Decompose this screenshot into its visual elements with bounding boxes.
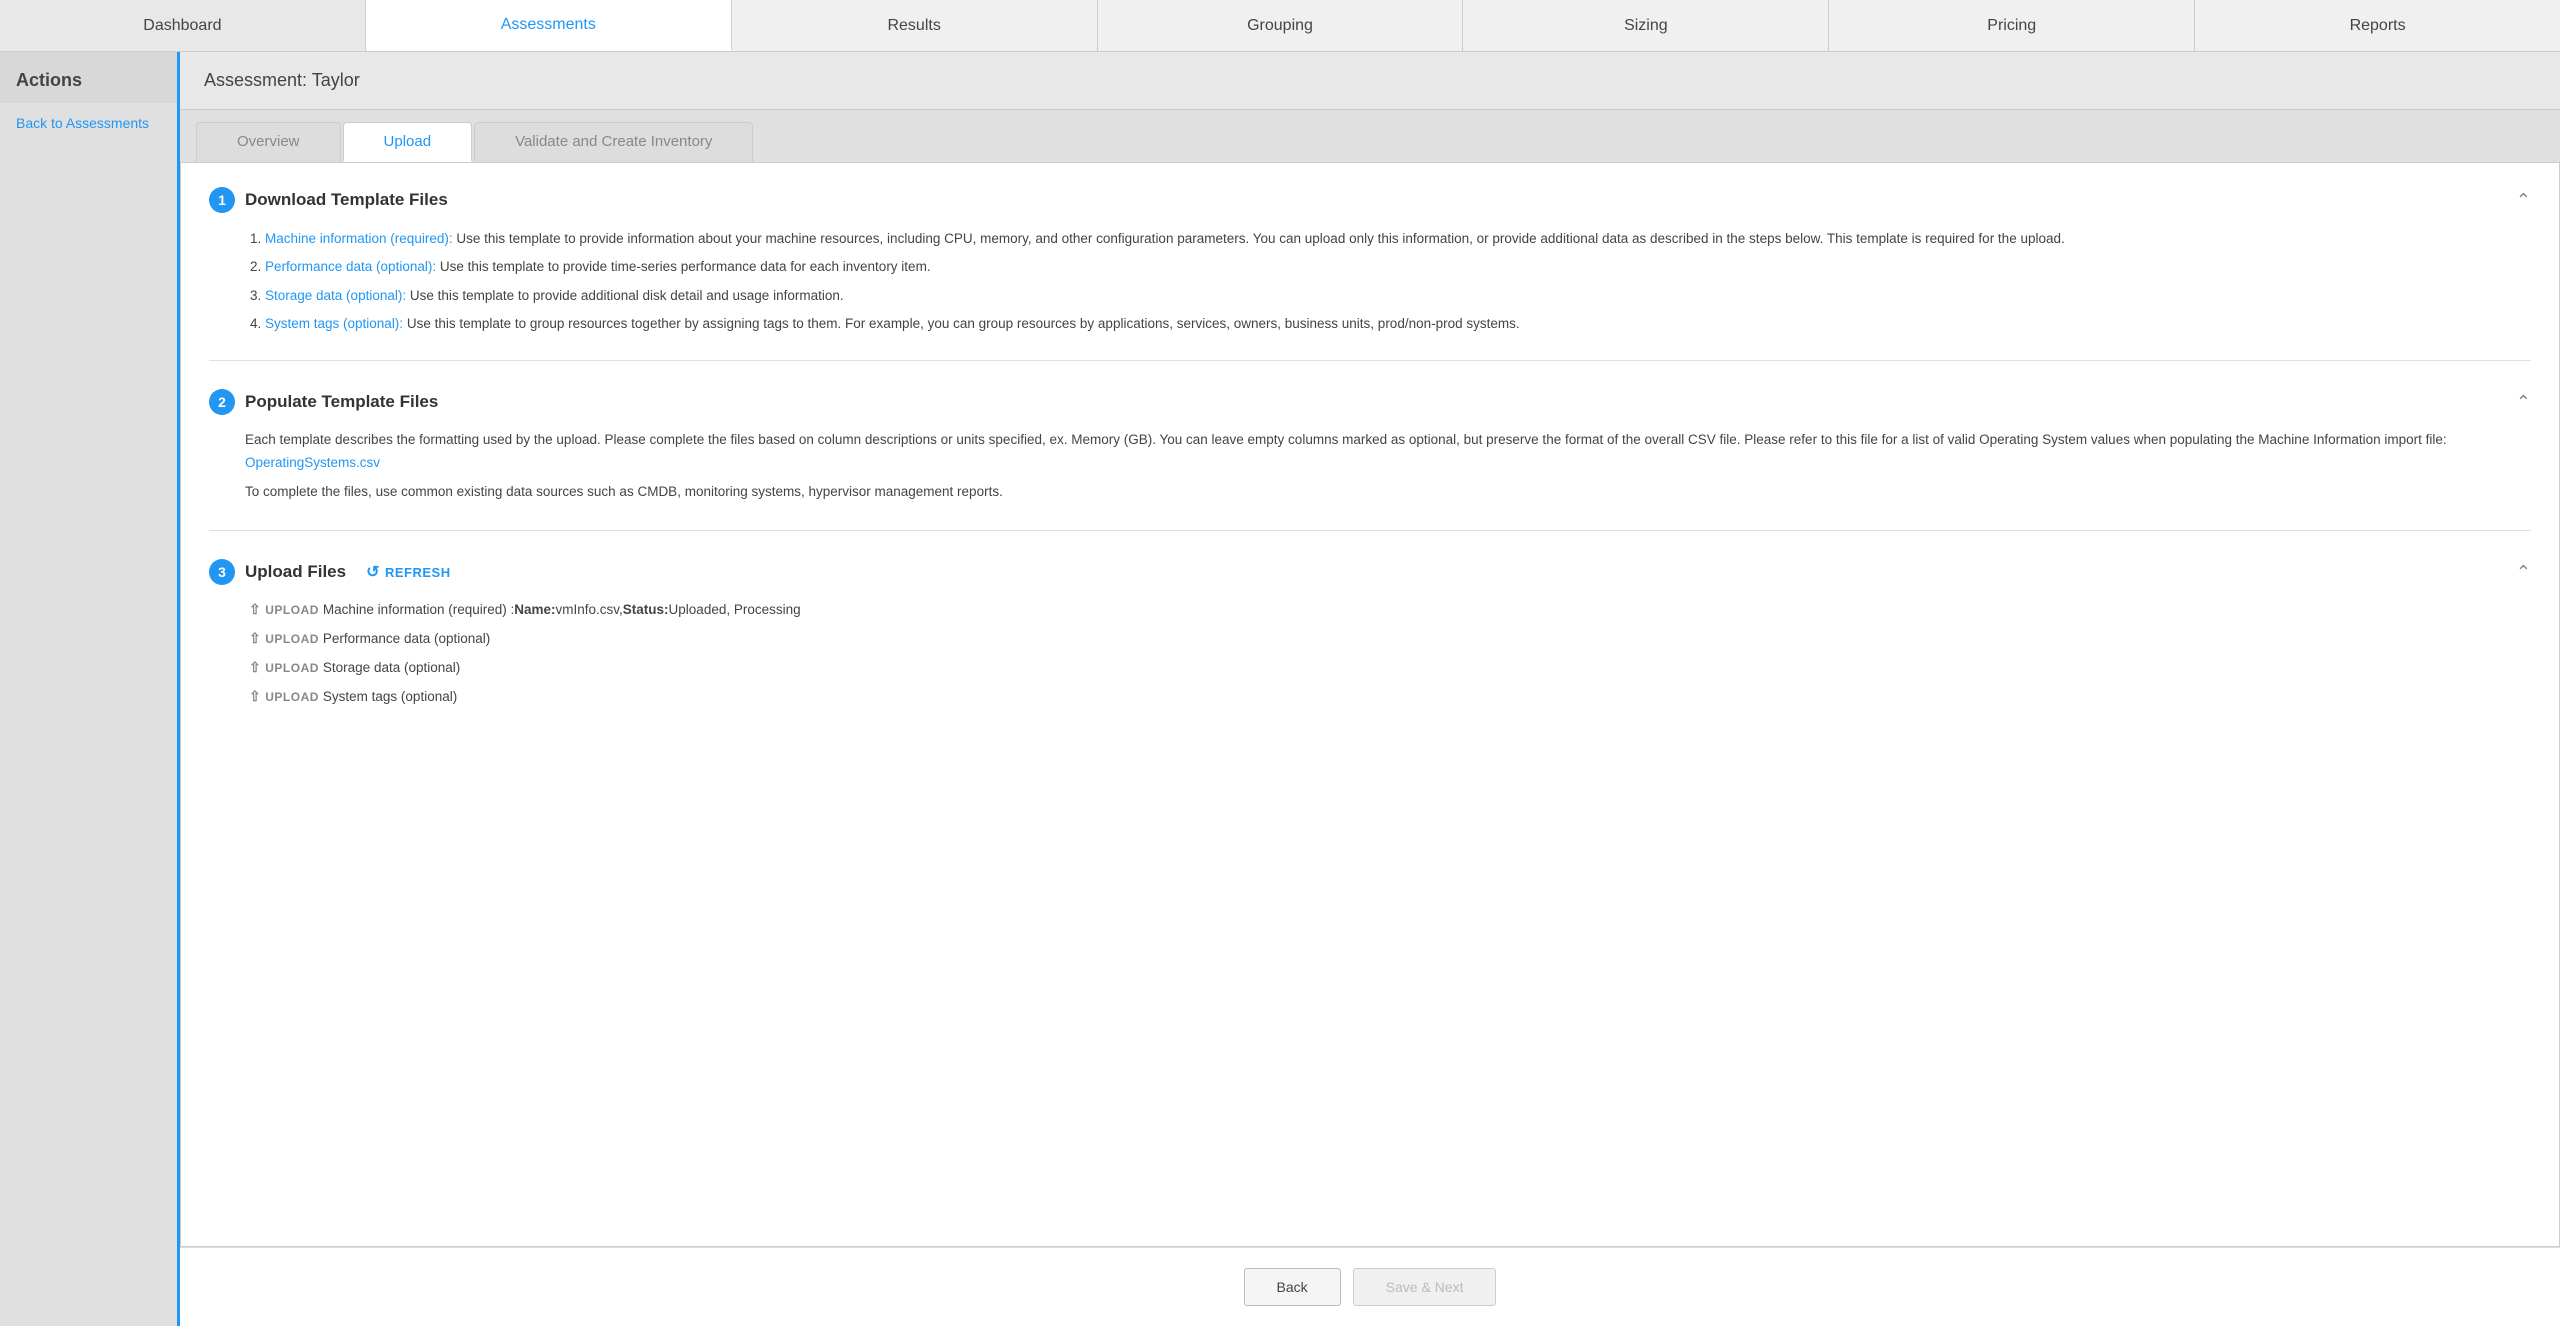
- collapse-download-icon[interactable]: ⌃: [2516, 190, 2531, 211]
- collapse-populate-icon[interactable]: ⌃: [2516, 392, 2531, 413]
- top-navigation: Dashboard Assessments Results Grouping S…: [0, 0, 2560, 52]
- collapse-upload-icon[interactable]: ⌃: [2516, 562, 2531, 583]
- machine-info-link[interactable]: Machine information (required):: [265, 231, 453, 246]
- section-populate-header: 2 Populate Template Files ⌃: [209, 389, 2531, 415]
- back-button[interactable]: Back: [1244, 1268, 1341, 1306]
- nav-assessments[interactable]: Assessments: [366, 0, 732, 51]
- system-tags-link[interactable]: System tags (optional):: [265, 316, 403, 331]
- download-item-3: Storage data (optional): Use this templa…: [265, 284, 2531, 308]
- operating-systems-link[interactable]: OperatingSystems.csv: [245, 455, 380, 470]
- upload-row-performance: ⇧ UPLOAD Performance data (optional): [245, 628, 2531, 649]
- upload-storage-label: UPLOAD: [265, 661, 319, 675]
- populate-paragraph-1: Each template describes the formatting u…: [245, 429, 2531, 475]
- populate-text-1: Each template describes the formatting u…: [245, 432, 2447, 447]
- upload-machine-name-value: vmInfo.csv,: [556, 602, 623, 617]
- section-upload-content: ⇧ UPLOAD Machine information (required) …: [209, 599, 2531, 707]
- section-populate: 2 Populate Template Files ⌃ Each templat…: [209, 389, 2531, 531]
- upload-performance-description: Performance data (optional): [323, 631, 490, 646]
- upload-machine-label: UPLOAD: [265, 603, 319, 617]
- section-download-title-row: 1 Download Template Files: [209, 187, 448, 213]
- upload-row-machine: ⇧ UPLOAD Machine information (required) …: [245, 599, 2531, 620]
- upload-performance-button[interactable]: ⇧ UPLOAD: [245, 628, 323, 649]
- machine-info-text: Use this template to provide information…: [453, 231, 2065, 246]
- storage-data-link[interactable]: Storage data (optional):: [265, 288, 406, 303]
- tab-upload[interactable]: Upload: [343, 122, 473, 162]
- upload-machine-icon: ⇧: [249, 601, 261, 618]
- section-download-header: 1 Download Template Files ⌃: [209, 187, 2531, 213]
- sidebar-item-back-to-assessments[interactable]: Back to Assessments: [0, 103, 177, 143]
- upload-machine-description: Machine information (required) :: [323, 602, 514, 617]
- section-download-content: Machine information (required): Use this…: [209, 227, 2531, 336]
- performance-data-text: Use this template to provide time-series…: [436, 259, 930, 274]
- section-upload-title-row: 3 Upload Files ↺ REFRESH: [209, 559, 451, 585]
- upload-machine-name-label: Name:: [514, 602, 555, 617]
- upload-row-tags: ⇧ UPLOAD System tags (optional): [245, 686, 2531, 707]
- tab-validate-create-inventory[interactable]: Validate and Create Inventory: [474, 122, 753, 162]
- main-panel: 1 Download Template Files ⌃ Machine info…: [180, 163, 2560, 1247]
- content-area: Assessment: Taylor Overview Upload Valid…: [180, 52, 2560, 1326]
- section-upload: 3 Upload Files ↺ REFRESH ⌃ ⇧ UP: [209, 559, 2531, 735]
- sub-tabs: Overview Upload Validate and Create Inve…: [180, 110, 2560, 163]
- upload-tags-label: UPLOAD: [265, 690, 319, 704]
- upload-machine-status-label: Status:: [623, 602, 669, 617]
- section-populate-content: Each template describes the formatting u…: [209, 429, 2531, 504]
- refresh-icon: ↺: [366, 562, 380, 582]
- refresh-label: REFRESH: [385, 565, 451, 580]
- save-next-button[interactable]: Save & Next: [1353, 1268, 1497, 1306]
- storage-data-text: Use this template to provide additional …: [406, 288, 844, 303]
- section-upload-header: 3 Upload Files ↺ REFRESH ⌃: [209, 559, 2531, 585]
- section-download: 1 Download Template Files ⌃ Machine info…: [209, 187, 2531, 361]
- section-populate-title-row: 2 Populate Template Files: [209, 389, 438, 415]
- upload-tags-button[interactable]: ⇧ UPLOAD: [245, 686, 323, 707]
- download-item-2: Performance data (optional): Use this te…: [265, 255, 2531, 279]
- upload-tags-description: System tags (optional): [323, 689, 457, 704]
- main-layout: Actions Back to Assessments Assessment: …: [0, 52, 2560, 1326]
- system-tags-text: Use this template to group resources tog…: [403, 316, 1520, 331]
- upload-storage-description: Storage data (optional): [323, 660, 460, 675]
- section-download-title: Download Template Files: [245, 190, 448, 210]
- download-item-1: Machine information (required): Use this…: [265, 227, 2531, 251]
- tab-overview[interactable]: Overview: [196, 122, 341, 162]
- sidebar-title: Actions: [0, 52, 177, 103]
- upload-storage-icon: ⇧: [249, 659, 261, 676]
- download-list: Machine information (required): Use this…: [245, 227, 2531, 336]
- populate-paragraph-2: To complete the files, use common existi…: [245, 481, 2531, 504]
- nav-reports[interactable]: Reports: [2195, 0, 2560, 51]
- performance-data-link[interactable]: Performance data (optional):: [265, 259, 436, 274]
- upload-row-storage: ⇧ UPLOAD Storage data (optional): [245, 657, 2531, 678]
- upload-machine-status-value: Uploaded, Processing: [669, 602, 801, 617]
- nav-dashboard[interactable]: Dashboard: [0, 0, 366, 51]
- footer-bar: Back Save & Next: [180, 1247, 2560, 1326]
- step-badge-1: 1: [209, 187, 235, 213]
- nav-results[interactable]: Results: [732, 0, 1098, 51]
- download-item-4: System tags (optional): Use this templat…: [265, 312, 2531, 336]
- upload-tags-icon: ⇧: [249, 688, 261, 705]
- step-badge-3: 3: [209, 559, 235, 585]
- refresh-button[interactable]: ↺ REFRESH: [366, 562, 451, 582]
- nav-sizing[interactable]: Sizing: [1463, 0, 1829, 51]
- section-populate-title: Populate Template Files: [245, 392, 438, 412]
- section-upload-title: Upload Files: [245, 562, 346, 582]
- step-badge-2: 2: [209, 389, 235, 415]
- nav-grouping[interactable]: Grouping: [1098, 0, 1464, 51]
- sidebar: Actions Back to Assessments: [0, 52, 180, 1326]
- upload-machine-button[interactable]: ⇧ UPLOAD: [245, 599, 323, 620]
- nav-pricing[interactable]: Pricing: [1829, 0, 2195, 51]
- upload-storage-button[interactable]: ⇧ UPLOAD: [245, 657, 323, 678]
- upload-performance-label: UPLOAD: [265, 632, 319, 646]
- assessment-header: Assessment: Taylor: [180, 52, 2560, 110]
- upload-performance-icon: ⇧: [249, 630, 261, 647]
